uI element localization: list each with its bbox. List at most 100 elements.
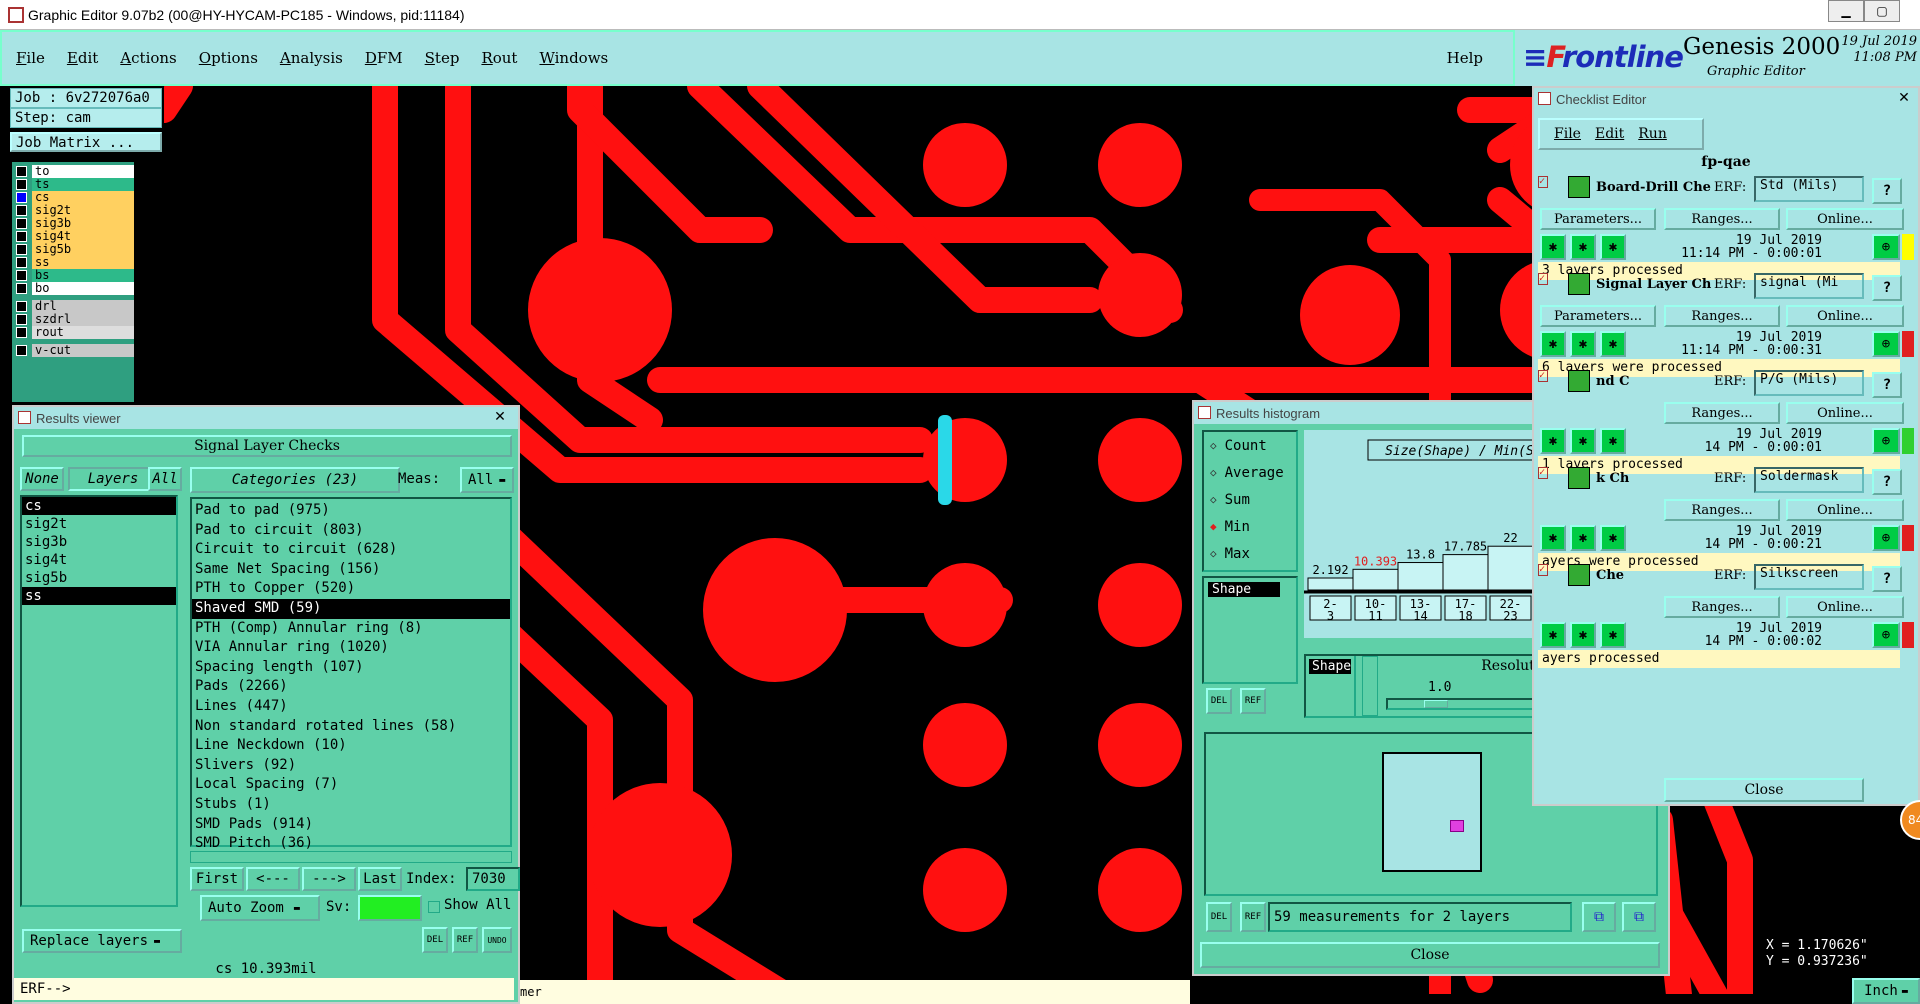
run-icon[interactable]: ✱ — [1540, 331, 1566, 357]
histogram-bar[interactable] — [1442, 554, 1489, 591]
ranges-button[interactable]: Ranges... — [1664, 402, 1780, 424]
layer-name[interactable]: v-cut — [32, 343, 134, 357]
category-item[interactable]: Line Neckdown (10) — [192, 736, 510, 756]
layer-name[interactable]: ts — [32, 177, 134, 191]
category-item[interactable]: Lines (447) — [192, 697, 510, 717]
mode-sum[interactable]: ◇ Sum — [1204, 486, 1296, 513]
shape-item[interactable]: Shape — [1208, 582, 1280, 597]
parameters-button[interactable]: Parameters... — [1540, 208, 1656, 230]
meas-dropdown[interactable]: All ▬ — [460, 467, 514, 493]
menu-rout[interactable]: Rout — [481, 49, 517, 67]
help-icon[interactable]: ? — [1872, 275, 1902, 301]
menu-options[interactable]: Options — [199, 49, 258, 67]
layer-name[interactable]: sig2t — [32, 203, 134, 217]
menu-edit[interactable]: Edit — [67, 49, 98, 67]
result-layers-list[interactable]: cs sig2t sig3b sig4t sig5b ss — [20, 495, 178, 907]
online-button[interactable]: Online... — [1786, 208, 1904, 230]
section-checkbox[interactable]: ✓ — [1538, 176, 1548, 188]
run-icon[interactable]: ✱ — [1540, 428, 1566, 454]
category-item[interactable]: Spacing length (107) — [192, 658, 510, 678]
layer-row-cs[interactable]: cs — [16, 190, 134, 204]
result-layer-item[interactable]: sig4t — [22, 551, 176, 569]
category-item[interactable]: SMD Pads (914) — [192, 815, 510, 835]
del-button[interactable]: DEL — [1206, 688, 1232, 714]
run-icon[interactable]: ✱ — [1570, 525, 1596, 551]
online-button[interactable]: Online... — [1786, 402, 1904, 424]
menu-step[interactable]: Step — [425, 49, 460, 67]
layer-name[interactable]: bs — [32, 268, 134, 282]
board-preview[interactable] — [1382, 752, 1482, 872]
layer-row-sig4t[interactable]: sig4t — [16, 229, 134, 243]
erf-select[interactable]: P/G (Mils) — [1754, 370, 1864, 396]
units-dropdown[interactable]: Inch ▬ — [1852, 978, 1920, 1004]
run-icon[interactable]: ✱ — [1600, 525, 1626, 551]
section-checkbox[interactable]: ✓ — [1538, 273, 1548, 285]
categories-list[interactable]: Pad to pad (975) Pad to circuit (803) Circ… — [190, 497, 512, 851]
layer-checkbox[interactable] — [16, 326, 27, 338]
del-button[interactable]: DEL — [1206, 902, 1232, 932]
layer-row-ss[interactable]: ss — [16, 255, 134, 269]
online-button[interactable]: Online... — [1786, 596, 1904, 618]
histogram-bar[interactable] — [1487, 545, 1534, 591]
show-all-checkbox[interactable] — [428, 901, 440, 913]
layer-name[interactable]: cs — [32, 190, 134, 204]
undo-button[interactable]: UNDO — [482, 927, 512, 953]
del-button[interactable]: DEL — [422, 927, 448, 953]
menu-windows[interactable]: Windows — [539, 49, 608, 67]
resolution-scrollbar[interactable] — [1362, 656, 1378, 716]
category-item[interactable]: Pad to circuit (803) — [192, 521, 510, 541]
mode-max[interactable]: ◇ Max — [1204, 540, 1296, 567]
index-input[interactable]: 7030 — [466, 867, 520, 891]
run-icon[interactable]: ✱ — [1570, 234, 1596, 260]
mode-count[interactable]: ◇ Count — [1204, 432, 1296, 459]
section-checkbox[interactable]: ✓ — [1538, 564, 1548, 576]
layer-row-bs[interactable]: bs — [16, 268, 134, 282]
highlighted-shape[interactable] — [938, 415, 952, 505]
category-item[interactable]: Stubs (1) — [192, 795, 510, 815]
category-item[interactable]: Slivers (92) — [192, 756, 510, 776]
layer-row-sig5b[interactable]: sig5b — [16, 242, 134, 256]
layer-row-szdrl[interactable]: szdrl — [16, 312, 134, 326]
horizontal-scrollbar[interactable] — [190, 851, 512, 863]
result-layer-item[interactable]: sig5b — [22, 569, 176, 587]
layer-checkbox[interactable] — [16, 165, 27, 177]
category-item[interactable]: Circuit to circuit (628) — [192, 540, 510, 560]
help-icon[interactable]: ? — [1872, 178, 1902, 204]
layer-row-rout[interactable]: rout — [16, 325, 134, 339]
mode-average[interactable]: ◇ Average — [1204, 459, 1296, 486]
histogram-close-button[interactable]: Close — [1200, 942, 1660, 968]
checklist-close-button[interactable]: Close — [1664, 778, 1864, 802]
online-button[interactable]: Online... — [1786, 305, 1904, 327]
ranges-button[interactable]: Ranges... — [1664, 596, 1780, 618]
layer-checkbox[interactable] — [16, 300, 27, 312]
maximize-button[interactable]: ▢ — [1864, 0, 1900, 22]
slider-thumb[interactable] — [1424, 700, 1448, 708]
prev-button[interactable]: <--- — [246, 867, 300, 891]
layer-row-v-cut[interactable]: v-cut — [16, 343, 134, 357]
shape-list[interactable]: Shape — [1202, 576, 1298, 684]
category-item[interactable]: VIA Annular ring (1020) — [192, 638, 510, 658]
erf-select[interactable]: Silkscreen — [1754, 564, 1864, 590]
ref-button[interactable]: REF — [1240, 688, 1266, 714]
radio-icon[interactable]: ◆ — [1210, 520, 1217, 533]
layer-checkbox[interactable] — [16, 230, 27, 242]
auto-zoom-dropdown[interactable]: Auto Zoom ▬ — [200, 895, 320, 921]
report-icon[interactable]: ⧉ — [1622, 902, 1656, 932]
layer-checkbox[interactable] — [16, 282, 27, 294]
layer-name[interactable]: ss — [32, 255, 134, 269]
next-button[interactable]: ---> — [302, 867, 356, 891]
results-icon[interactable]: ⊕ — [1872, 428, 1900, 454]
layer-row-to[interactable]: to — [16, 164, 134, 178]
category-item[interactable]: PTH (Comp) Annular ring (8) — [192, 619, 510, 639]
layer-checkbox[interactable] — [16, 269, 27, 281]
first-button[interactable]: First — [190, 867, 244, 891]
help-icon[interactable]: ? — [1872, 469, 1902, 495]
menu-dfm[interactable]: DFM — [365, 49, 403, 67]
category-item[interactable]: Same Net Spacing (156) — [192, 560, 510, 580]
run-icon[interactable]: ✱ — [1600, 428, 1626, 454]
layer-row-sig3b[interactable]: sig3b — [16, 216, 134, 230]
results-icon[interactable]: ⊕ — [1872, 525, 1900, 551]
layer-name[interactable]: to — [32, 164, 134, 178]
radio-icon[interactable]: ◇ — [1210, 493, 1217, 506]
category-item[interactable]: Shaved SMD (59) — [192, 598, 510, 619]
